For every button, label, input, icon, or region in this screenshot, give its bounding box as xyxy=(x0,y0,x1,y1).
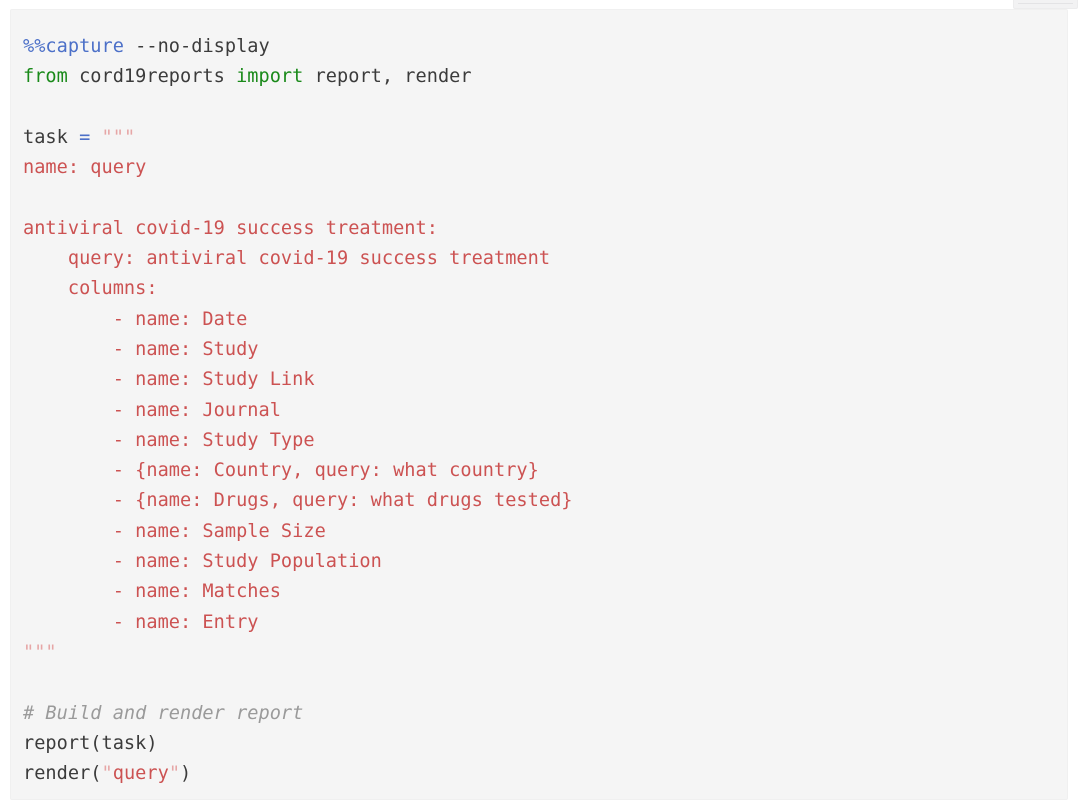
token-call-close-paren: ) xyxy=(180,763,192,785)
token-variable-task: task xyxy=(23,126,80,148)
code-line-7: antiviral covid-19 success treatment: xyxy=(23,217,438,239)
code-line-8: query: antiviral covid-19 success treatm… xyxy=(23,248,551,270)
code-line-20: - name: Entry xyxy=(23,611,259,633)
code-line-16: - {name: Drugs, query: what drugs tested… xyxy=(23,490,573,512)
token-string-arg: query xyxy=(112,763,169,785)
code-line-17: - name: Sample Size xyxy=(23,520,326,542)
code-line-9: columns: xyxy=(23,278,158,300)
code-line-18: - name: Study Population xyxy=(23,551,382,573)
code-line-11: - name: Study xyxy=(23,338,259,360)
token-module-name: cord19reports xyxy=(67,66,237,88)
code-source[interactable]: %%capture --no-display from cord19reports… xyxy=(23,32,1067,789)
token-assign-operator: = xyxy=(79,126,91,148)
code-line-13: - name: Journal xyxy=(23,399,281,421)
token-quote-close: " xyxy=(168,763,181,785)
code-cell-body[interactable]: %%capture --no-display from cord19reports… xyxy=(11,10,1067,789)
token-call-render: render( xyxy=(23,763,102,785)
notebook-page: %%capture --no-display from cord19reports… xyxy=(0,0,1080,810)
code-line-14: - name: Study Type xyxy=(23,429,315,451)
code-line-10: - name: Date xyxy=(23,308,248,330)
code-line-12: - name: Study Link xyxy=(23,369,315,391)
code-line-5: name: query xyxy=(23,157,147,179)
code-line-19: - name: Matches xyxy=(23,581,281,603)
code-line-25: render("query") xyxy=(23,759,1067,789)
token-quote-open: " xyxy=(101,763,113,785)
cell-toolbar-stub[interactable] xyxy=(1013,0,1078,9)
token-magic-arg: --no-display xyxy=(123,36,270,57)
code-line-24: report(task) xyxy=(23,732,158,754)
code-line-22-blank xyxy=(23,668,1067,698)
code-line-21: """ xyxy=(23,641,57,663)
code-line-6-blank xyxy=(23,183,1067,213)
code-line-2: from cord19reports import report, render xyxy=(23,62,1067,92)
token-keyword-import: import xyxy=(236,66,304,88)
cell-toolbar-stub-line xyxy=(1018,3,1073,4)
token-keyword-from: from xyxy=(23,66,68,88)
code-line-15: - {name: Country, query: what country} xyxy=(23,460,539,482)
code-line-4: task = """ xyxy=(23,123,1067,153)
token-triple-quote-open: """ xyxy=(90,126,136,148)
code-line-1: %%capture --no-display xyxy=(23,32,1067,62)
code-cell[interactable]: %%capture --no-display from cord19reports… xyxy=(10,9,1068,800)
token-imported-names: report, render xyxy=(303,66,472,88)
code-line-3-blank xyxy=(23,93,1067,123)
code-line-23-comment: # Build and render report xyxy=(23,702,304,724)
token-cell-magic: %%capture xyxy=(23,36,124,57)
